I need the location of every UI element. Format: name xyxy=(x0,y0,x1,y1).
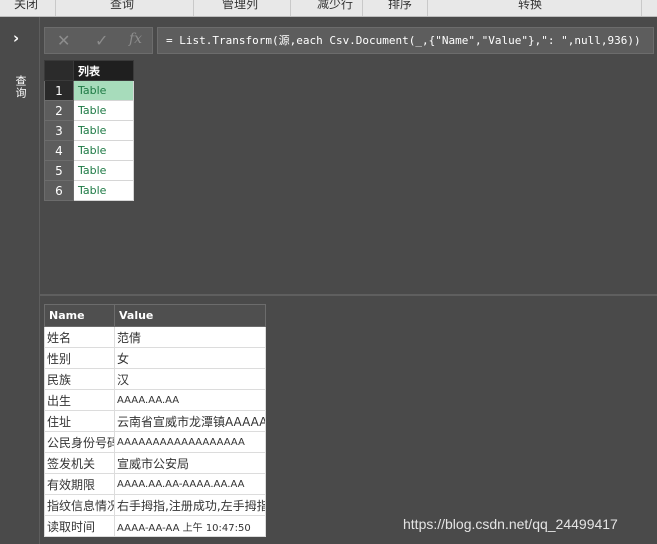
name-cell: 住址 xyxy=(44,410,115,432)
list-table: 列表 1 Table 2 Table 3 Table 4 Table 5 Tab… xyxy=(44,60,134,201)
name-cell: 指纹信息情况 xyxy=(44,494,115,516)
ribbon-group-transform[interactable]: 转换 xyxy=(518,0,542,12)
name-cell: 民族 xyxy=(44,368,115,390)
column-header-value[interactable]: Value xyxy=(114,304,266,327)
ribbon-divider xyxy=(641,0,642,16)
ribbon-group-sort[interactable]: 排序 xyxy=(388,0,412,12)
value-cell: 宣威市公安局 xyxy=(114,452,266,474)
fx-icon[interactable]: fx xyxy=(129,31,142,47)
value-cell: 云南省宣威市龙潭镇AAAAA/ xyxy=(114,410,266,432)
value-cell: AAAA.AA.AA xyxy=(114,389,266,411)
ribbon: 关闭 查询 管理列 减少行 排序 转换 xyxy=(0,0,657,17)
table-row[interactable]: 指纹信息情况 右手拇指,注册成功,左手拇指 xyxy=(44,494,266,516)
formula-bar: ✕ ✓ fx = List.Transform(源,each Csv.Docum… xyxy=(44,27,654,54)
value-cell: 汉 xyxy=(114,368,266,390)
table-link-cell[interactable]: Table xyxy=(73,140,134,161)
preview-table: Name Value 姓名 范倩 性别 女 民族 汉 出生 AAAA.AA.AA… xyxy=(44,304,266,537)
table-link-cell[interactable]: Table xyxy=(73,180,134,201)
name-cell: 签发机关 xyxy=(44,452,115,474)
commit-icon[interactable]: ✓ xyxy=(95,31,108,50)
name-cell: 读取时间 xyxy=(44,515,115,537)
formula-buttons: ✕ ✓ fx xyxy=(44,27,153,54)
table-row[interactable]: 民族 汉 xyxy=(44,368,266,390)
row-number[interactable]: 5 xyxy=(44,160,74,181)
ribbon-divider xyxy=(55,0,56,16)
cancel-icon[interactable]: ✕ xyxy=(57,31,70,50)
row-number[interactable]: 6 xyxy=(44,180,74,201)
row-number[interactable]: 3 xyxy=(44,120,74,141)
table-row[interactable]: 签发机关 宣威市公安局 xyxy=(44,452,266,474)
name-cell: 公民身份号码 xyxy=(44,431,115,453)
name-cell: 有效期限 xyxy=(44,473,115,495)
value-cell: 女 xyxy=(114,347,266,369)
table-row[interactable]: 性别 女 xyxy=(44,347,266,369)
table-row[interactable]: 住址 云南省宣威市龙潭镇AAAAA/ xyxy=(44,410,266,432)
preview-splitter[interactable] xyxy=(40,294,657,296)
table-row[interactable]: 2 Table xyxy=(44,100,134,121)
name-cell: 姓名 xyxy=(44,326,115,348)
column-header-list[interactable]: 列表 xyxy=(73,60,134,81)
queries-pane-label[interactable]: 查询 xyxy=(12,75,28,99)
table-link-cell[interactable]: Table xyxy=(73,120,134,141)
row-number[interactable]: 2 xyxy=(44,100,74,121)
table-row[interactable]: 1 Table xyxy=(44,80,134,101)
queries-pane: › 查询 xyxy=(0,17,40,544)
ribbon-divider xyxy=(427,0,428,16)
table-corner[interactable] xyxy=(44,60,74,81)
ribbon-group-close[interactable]: 关闭 xyxy=(14,0,38,12)
table-row[interactable]: 6 Table xyxy=(44,180,134,201)
table-row[interactable]: 读取时间 AAAA-AA-AA 上午 10:47:50 xyxy=(44,515,266,537)
ribbon-group-manage-columns[interactable]: 管理列 xyxy=(222,0,258,12)
table-row[interactable]: 5 Table xyxy=(44,160,134,181)
table-link-cell[interactable]: Table xyxy=(73,100,134,121)
table-row[interactable]: 出生 AAAA.AA.AA xyxy=(44,389,266,411)
ribbon-group-reduce-rows[interactable]: 减少行 xyxy=(317,0,353,12)
table-row[interactable]: 姓名 范倩 xyxy=(44,326,266,348)
ribbon-divider xyxy=(193,0,194,16)
column-header-name[interactable]: Name xyxy=(44,304,115,327)
watermark: https://blog.csdn.net/qq_24499417 xyxy=(403,516,618,532)
ribbon-divider xyxy=(290,0,291,16)
value-cell: 右手拇指,注册成功,左手拇指 xyxy=(114,494,266,516)
table-row[interactable]: 有效期限 AAAA.AA.AA-AAAA.AA.AA xyxy=(44,473,266,495)
expand-chevron-icon[interactable]: › xyxy=(13,31,27,46)
ribbon-group-query[interactable]: 查询 xyxy=(110,0,134,12)
table-link-cell[interactable]: Table xyxy=(73,80,134,101)
row-number[interactable]: 1 xyxy=(44,80,74,101)
value-cell: AAAAAAAAAAAAAAAAAA xyxy=(114,431,266,453)
ribbon-divider xyxy=(362,0,363,16)
table-row[interactable]: 4 Table xyxy=(44,140,134,161)
table-link-cell[interactable]: Table xyxy=(73,160,134,181)
row-number[interactable]: 4 xyxy=(44,140,74,161)
formula-input[interactable]: = List.Transform(源,each Csv.Document(_,{… xyxy=(157,27,654,54)
table-row[interactable]: 公民身份号码 AAAAAAAAAAAAAAAAAA xyxy=(44,431,266,453)
table-row[interactable]: 3 Table xyxy=(44,120,134,141)
value-cell: AAAA-AA-AA 上午 10:47:50 xyxy=(114,515,266,537)
name-cell: 出生 xyxy=(44,389,115,411)
name-cell: 性别 xyxy=(44,347,115,369)
value-cell: AAAA.AA.AA-AAAA.AA.AA xyxy=(114,473,266,495)
value-cell: 范倩 xyxy=(114,326,266,348)
